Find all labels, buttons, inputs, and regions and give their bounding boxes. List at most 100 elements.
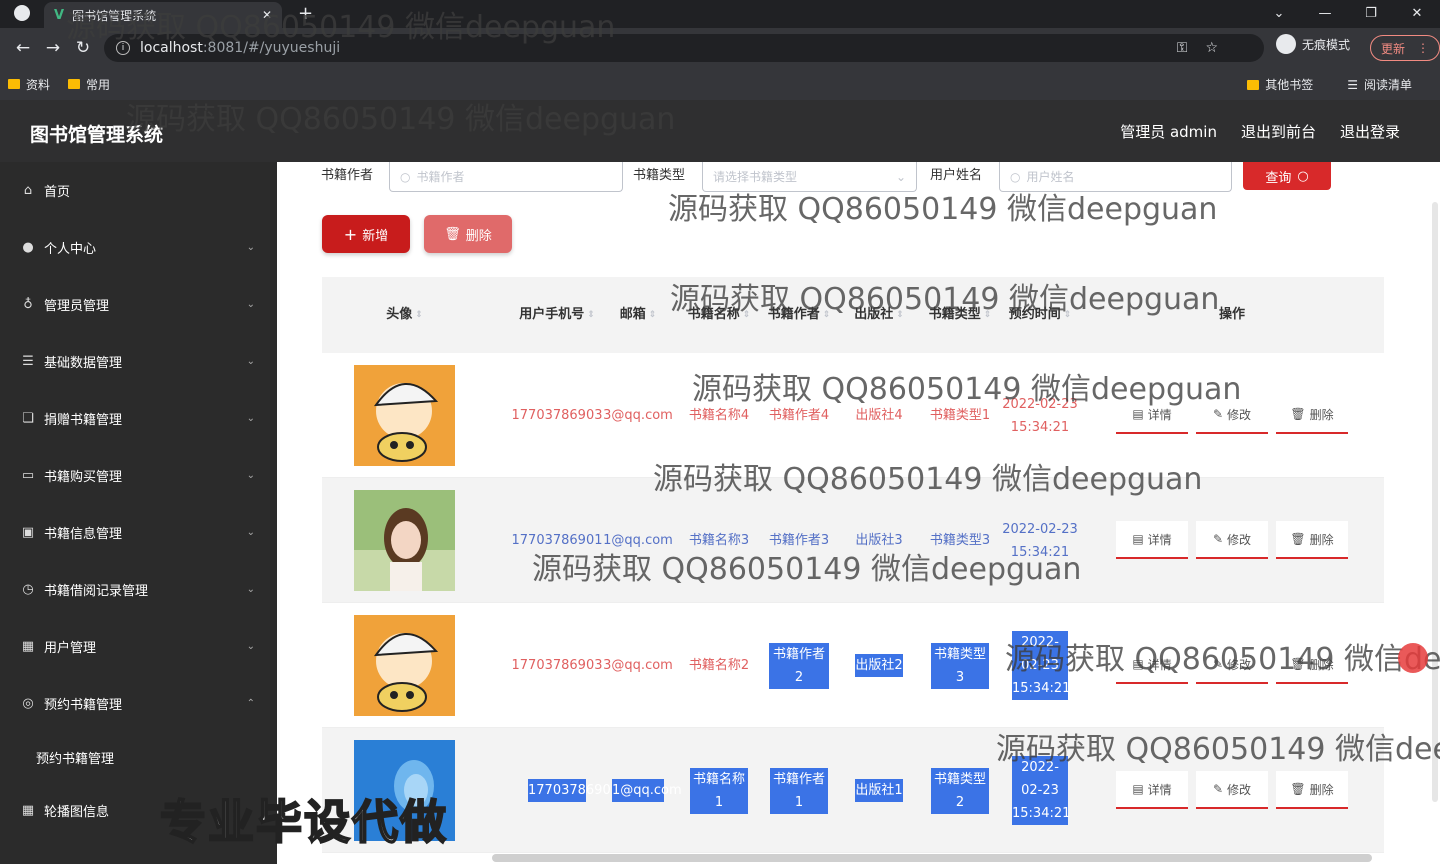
back-icon[interactable]: ← (8, 38, 38, 58)
col-time[interactable]: 预约时间 ⇕ (1000, 277, 1080, 353)
delete-button[interactable]: 🗑 删除 (1276, 771, 1348, 809)
cell-time: 2022-02-23 15:34:21 (1000, 728, 1080, 853)
document-icon: ▤ (1132, 532, 1144, 546)
details-button[interactable]: ▤ 详情 (1116, 521, 1188, 559)
col-book-name[interactable]: 书籍名称 ⇕ (679, 277, 759, 353)
sidebar-item-admins[interactable]: ♁ 管理员管理 ⌄ (0, 276, 277, 333)
back-to-front-link[interactable]: 退出到前台 (1241, 121, 1316, 142)
grid-icon: ▦ (21, 639, 35, 654)
details-label: 详情 (1147, 657, 1172, 672)
sort-icon[interactable]: ⇕ (587, 302, 595, 328)
cell-type: 书籍类型3 (929, 533, 991, 548)
sidebar-item-borrow-records[interactable]: ◷ 书籍借阅记录管理 ⌄ (0, 561, 277, 618)
address-row: ← → ↻ i localhost:8081/#/yuyueshuji ⚿ ☆ … (0, 28, 1440, 68)
sort-icon[interactable]: ⇕ (649, 302, 657, 328)
author-search-input[interactable]: ○ 书籍作者 (389, 162, 623, 192)
col-label: 书籍作者 (767, 307, 820, 322)
delete-button[interactable]: 🗑 删除 (1276, 521, 1348, 559)
compass-icon: ◎ (22, 696, 34, 711)
close-tab-icon[interactable]: ✕ (262, 8, 272, 22)
sidebar-item-books[interactable]: ▣ 书籍信息管理 ⌄ (0, 504, 277, 561)
query-label: 查询 (1265, 170, 1292, 186)
star-icon[interactable]: ☆ (1205, 40, 1218, 56)
bookmark-label: 资料 (26, 77, 51, 92)
cell-email: 1@qq.com (602, 728, 682, 853)
edit-button[interactable]: ✎ 修改 (1196, 646, 1268, 684)
site-info-icon[interactable]: i (116, 41, 130, 55)
sort-icon[interactable]: ⇕ (743, 302, 751, 328)
type-select[interactable]: 请选择书籍类型 ⌄ (702, 162, 917, 192)
browser-tab[interactable]: V 图书馆管理系统 ✕ (44, 2, 282, 28)
pencil-icon: ✎ (1212, 532, 1224, 546)
new-tab-icon[interactable]: + (298, 3, 313, 24)
incognito-indicator[interactable]: 无痕模式 (1276, 34, 1350, 54)
table-row: 17703786903 3@qq.com 书籍名称2 书籍作者2 出版社2 书籍… (322, 603, 1384, 728)
details-label: 详情 (1147, 532, 1172, 547)
bookmark-folder[interactable]: 资料 (8, 76, 50, 93)
delete-label: 删除 (465, 228, 492, 244)
table-row: 17703786901 1@qq.com 书籍名称1 书籍作者1 出版社1 书籍… (322, 728, 1384, 853)
details-button[interactable]: ▤ 详情 (1116, 396, 1188, 434)
horizontal-scrollbar[interactable] (492, 854, 1372, 862)
col-avatar[interactable]: 头像 ⇕ (322, 277, 487, 353)
batch-delete-button[interactable]: 🗑 删除 (424, 215, 512, 253)
forward-icon[interactable]: → (38, 38, 68, 58)
bookmark-folder[interactable]: 常用 (68, 76, 110, 93)
delete-button[interactable]: 🗑 删除 (1276, 396, 1348, 434)
sort-icon[interactable]: ⇕ (823, 302, 831, 328)
edit-button[interactable]: ✎ 修改 (1196, 521, 1268, 559)
delete-button[interactable]: 🗑 删除 (1276, 646, 1348, 684)
edit-button[interactable]: ✎ 修改 (1196, 396, 1268, 434)
sort-icon[interactable]: ⇕ (415, 302, 423, 328)
reading-list-icon: ☰ (1347, 77, 1358, 92)
reload-icon[interactable]: ↻ (68, 38, 98, 58)
col-email[interactable]: 邮箱 ⇕ (602, 277, 674, 353)
details-button[interactable]: ▤ 详情 (1116, 646, 1188, 684)
sidebar-item-profile[interactable]: ● 个人中心 ⌄ (0, 219, 277, 276)
cell-author: 书籍作者3 (768, 533, 830, 548)
col-phone[interactable]: 用户手机号 ⇕ (517, 277, 597, 353)
address-bar[interactable]: i localhost:8081/#/yuyueshuji ⚿ ☆ (104, 34, 1264, 62)
incognito-icon (1276, 34, 1296, 54)
sidebar-item-reservations[interactable]: ◎ 预约书籍管理 ⌃ (0, 675, 277, 732)
edit-button[interactable]: ✎ 修改 (1196, 771, 1268, 809)
sort-icon[interactable]: ⇕ (1064, 302, 1072, 328)
col-type[interactable]: 书籍类型 ⇕ (920, 277, 1000, 353)
cursor-highlight (1398, 643, 1428, 673)
sidebar-subitem-reservations[interactable]: 预约书籍管理 (0, 732, 277, 782)
cell-email: 3@qq.com (603, 408, 673, 423)
sidebar-item-home[interactable]: ⌂ 首页 (0, 162, 277, 219)
admin-user-link[interactable]: 管理员 admin (1120, 121, 1217, 142)
window-controls: ⌄ — ❐ ✕ (1256, 0, 1440, 26)
sidebar-item-donations[interactable]: ❏ 捐赠书籍管理 ⌄ (0, 390, 277, 447)
key-icon[interactable]: ⚿ (1177, 40, 1188, 56)
logout-link[interactable]: 退出登录 (1340, 121, 1400, 142)
avatar (354, 478, 455, 603)
cell-press: 出版社2 (839, 603, 919, 728)
vertical-scrollbar[interactable] (1432, 202, 1438, 802)
cell-name-text: 书籍名称1 (690, 767, 748, 814)
minimize-icon[interactable]: — (1302, 0, 1348, 26)
plus-icon: + (343, 224, 358, 244)
add-button[interactable]: + 新增 (322, 215, 410, 253)
update-button[interactable]: 更新 ⋮ (1370, 35, 1440, 61)
reading-list[interactable]: ☰ 阅读清单 (1347, 76, 1412, 93)
sort-icon[interactable]: ⇕ (896, 302, 904, 328)
query-button[interactable]: 查询 ○ (1243, 162, 1331, 190)
chevron-down-icon: ⌄ (246, 242, 255, 253)
tab-search-icon[interactable]: ⌄ (1256, 0, 1302, 26)
sort-icon[interactable]: ⇕ (984, 302, 992, 328)
col-author[interactable]: 书籍作者 ⇕ (759, 277, 839, 353)
close-window-icon[interactable]: ✕ (1394, 0, 1440, 26)
col-press[interactable]: 出版社 ⇕ (839, 277, 919, 353)
edit-label: 修改 (1227, 657, 1252, 672)
restore-icon[interactable]: ❐ (1348, 0, 1394, 26)
sidebar-item-purchases[interactable]: ▭ 书籍购买管理 ⌄ (0, 447, 277, 504)
sidebar-item-base-data[interactable]: ☰ 基础数据管理 ⌄ (0, 333, 277, 390)
other-bookmarks[interactable]: 其他书签 (1247, 76, 1313, 93)
copy-icon: ❏ (22, 411, 34, 426)
sidebar-item-users[interactable]: ▦ 用户管理 ⌄ (0, 618, 277, 675)
details-button[interactable]: ▤ 详情 (1116, 771, 1188, 809)
user-search-input[interactable]: ○ 用户姓名 (999, 162, 1232, 192)
cell-type-text: 书籍类型2 (931, 767, 989, 814)
